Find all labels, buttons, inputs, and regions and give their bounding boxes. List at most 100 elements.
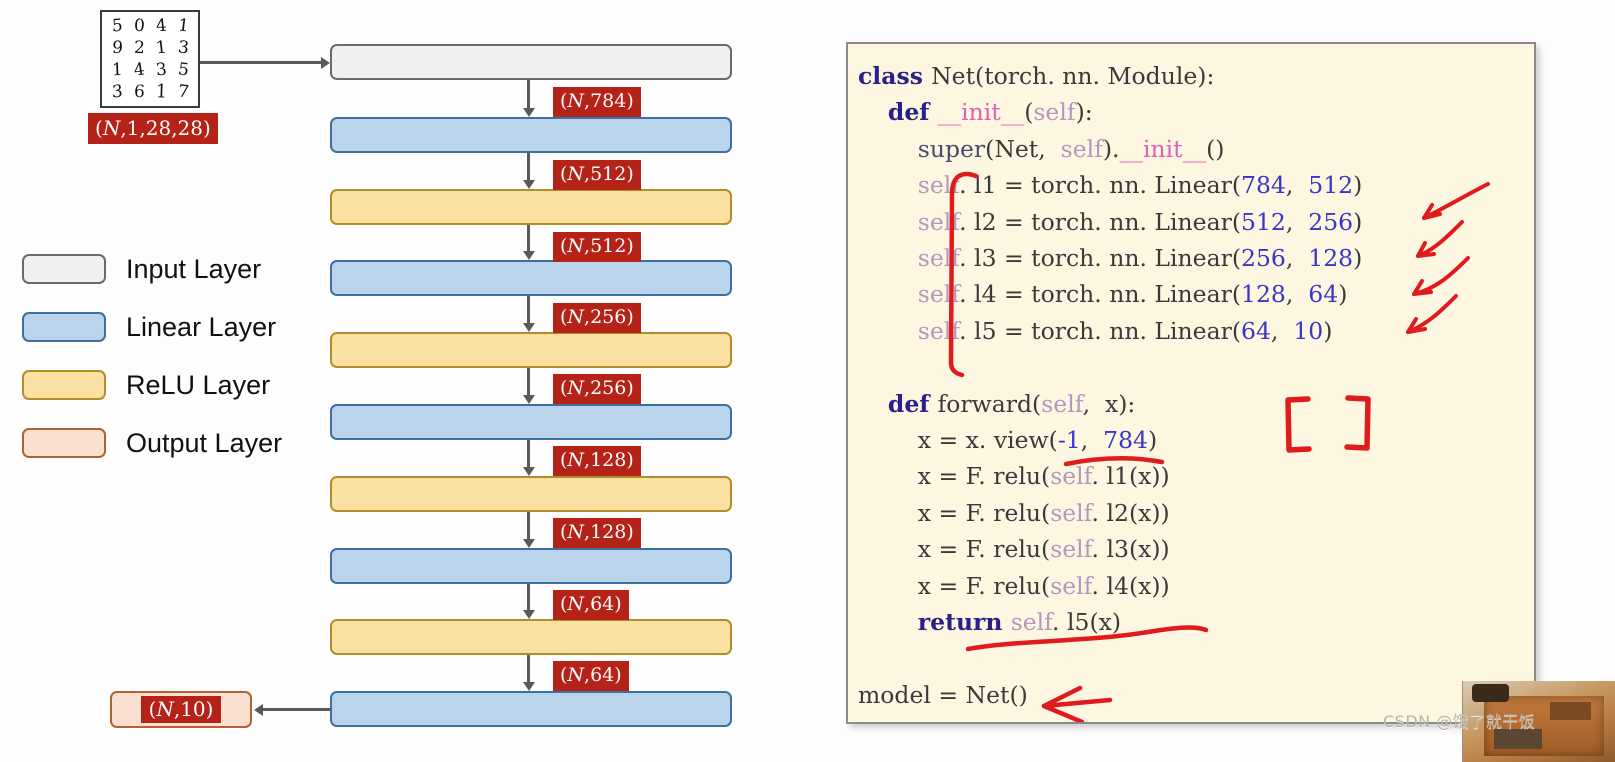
shape-badge-256-b: (N,256) (553, 374, 641, 404)
code-token: . l3 = torch. nn. Linear( (959, 244, 1241, 273)
code-listing: class Net(torch. nn. Module): def __init… (858, 58, 1362, 713)
legend-label: Input Layer (126, 253, 262, 284)
code-token: , x): (1082, 389, 1136, 418)
code-line: self. l3 = torch. nn. Linear(256, 128) (858, 240, 1363, 276)
code-token: ) (1338, 280, 1348, 309)
mnist-digit: 2 (133, 37, 145, 58)
mnist-row: 3 6 1 7 (106, 80, 194, 103)
code-token: __init__ (1119, 134, 1207, 163)
code-token: -1 (1057, 426, 1081, 455)
layer-relu-4 (330, 619, 732, 655)
code-token: class (858, 62, 932, 90)
code-token: 10 (1293, 316, 1324, 345)
shape-badge-512-b: (N,512) (553, 232, 641, 262)
dim-link-arrow-256-128 (1412, 256, 1470, 296)
code-token: x = F. relu( (858, 498, 1051, 527)
mnist-digit: 4 (154, 15, 168, 36)
mnist-digit: 5 (176, 58, 190, 81)
code-token: ( (1024, 98, 1034, 127)
legend-swatch-output-icon (22, 428, 106, 458)
code-token: self (1050, 498, 1092, 527)
code-line: super(Net, self).__init__() (858, 131, 1362, 167)
layer-input (330, 44, 732, 80)
dim-link-arrow-784-512-head (1422, 203, 1442, 220)
shape-badge-64-b: (N,64) (553, 661, 629, 691)
code-token: ) (1353, 244, 1363, 273)
arrow-linear1-to-relu1 (522, 153, 535, 189)
code-token: ) (1148, 426, 1158, 455)
legend-swatch-linear-icon (22, 312, 106, 342)
code-token: 64 (1241, 316, 1271, 345)
legend-item-relu: ReLU Layer (22, 356, 282, 414)
shape-badge-784: (N,784) (553, 87, 641, 117)
dim-link-arrow-128-64-head (1406, 317, 1427, 334)
code-line: self. l1 = torch. nn. Linear(784, 512) (858, 167, 1363, 203)
layer-relu-3 (330, 476, 732, 512)
code-token: . l4(x)) (1091, 571, 1170, 600)
code-token: def (887, 389, 938, 418)
dim-link-arrow-256-128-head (1412, 279, 1433, 296)
mnist-row: 1 4 3 5 (106, 58, 194, 81)
mnist-digit: 5 (111, 14, 123, 37)
code-token: ) (1323, 316, 1333, 345)
code-token: . l1 = torch. nn. Linear( (959, 171, 1241, 200)
code-token: def (887, 98, 938, 127)
arrow-image-to-input (200, 56, 330, 69)
legend-label: Output Layer (126, 427, 283, 458)
shape-badge-128-b: (N,128) (553, 518, 641, 548)
code-token: . l5(x) (1052, 608, 1122, 637)
network-diagram: 5 0 4 1 9 2 1 3 1 4 3 5 3 6 1 7 (N,1,28,… (0, 0, 840, 762)
code-line: x = F. relu(self. l3(x)) (858, 531, 1362, 567)
code-line: x = x. view(-1, 784) (858, 422, 1362, 458)
legend-item-linear: Linear Layer (22, 298, 282, 356)
layer-linear-2 (330, 260, 732, 296)
mnist-digit: 1 (154, 37, 168, 58)
code-line: x = F. relu(self. l1(x)) (858, 458, 1362, 494)
arrow-relu4-to-linear5 (522, 655, 535, 691)
layer-relu-1 (330, 189, 732, 225)
code-token: ) (1353, 171, 1363, 200)
code-token: self (917, 244, 960, 273)
arrow-relu2-to-linear3 (522, 368, 535, 404)
code-token: 784 (1103, 426, 1149, 455)
mnist-row: 5 0 4 1 (106, 14, 194, 37)
code-token: self (1041, 389, 1083, 418)
code-token: 128 (1308, 244, 1354, 273)
code-token: ) (1353, 207, 1363, 236)
arrow-linear4-to-relu4 (522, 584, 535, 619)
code-line: model = Net() (858, 677, 1362, 713)
code-token: self (1010, 608, 1053, 637)
shape-badge-512-a: (N,512) (553, 160, 641, 190)
mnist-digit: 0 (133, 15, 145, 36)
mnist-digit: 4 (132, 58, 146, 81)
mnist-digit: 9 (110, 37, 124, 58)
code-token: self (1050, 571, 1092, 600)
code-token: 784 (1241, 171, 1286, 200)
code-token: . l5 = torch. nn. Linear( (959, 316, 1241, 345)
code-token: model = Net() (858, 680, 1028, 709)
code-line: def __init__(self): (858, 94, 1362, 130)
code-token: x = F. relu( (858, 462, 1051, 491)
code-token: x = F. relu( (858, 571, 1051, 600)
mnist-digit: 6 (133, 81, 145, 102)
layer-linear-4 (330, 548, 732, 584)
code-token: self (1050, 535, 1092, 564)
layer-linear-3 (330, 404, 732, 440)
code-token: 128 (1241, 280, 1286, 309)
code-token: self (1033, 98, 1076, 127)
mnist-digit: 1 (176, 14, 190, 37)
layer-relu-2 (330, 332, 732, 368)
code-token: return (917, 608, 1011, 637)
mnist-row: 9 2 1 3 (106, 37, 194, 58)
code-token: ): (1075, 98, 1093, 127)
code-token: self (917, 207, 960, 236)
code-token: . l3(x)) (1091, 535, 1170, 564)
mnist-digit: 1 (155, 80, 167, 103)
code-token: , (1285, 280, 1309, 309)
